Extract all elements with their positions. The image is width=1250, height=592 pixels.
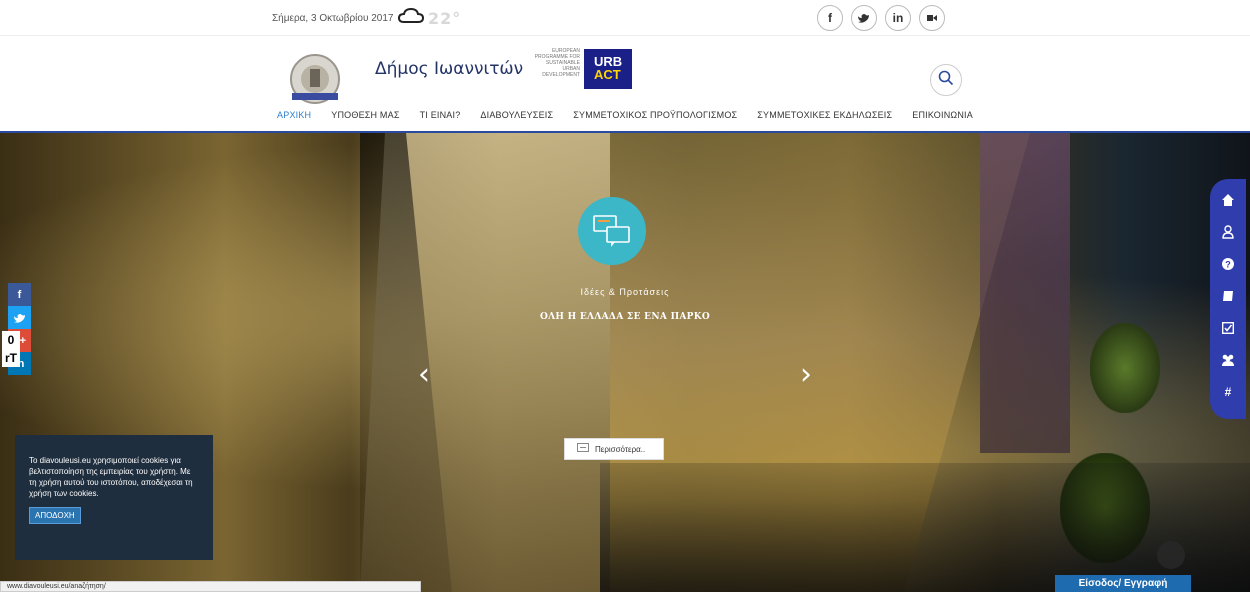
read-more-label: Περισσότερα.. — [595, 444, 646, 454]
nav-item-consultations[interactable]: ΔΙΑΒΟΥΛΕΥΣΕΙΣ — [470, 110, 563, 132]
urbact-logo-line2: ACT — [594, 67, 621, 82]
read-more-button[interactable]: Περισσότερα.. — [564, 438, 664, 460]
municipality-logo[interactable] — [270, 51, 360, 107]
prev-slide-button[interactable]: ‹ — [418, 360, 430, 390]
users-icon[interactable] — [1217, 349, 1239, 371]
cookie-notice: Το diavouleusi.eu χρησιμοποιεί cookies γ… — [15, 435, 213, 560]
side-widget[interactable]: 0 rT — [2, 331, 20, 367]
site-title[interactable]: Δήμος Ιωαννιτών — [375, 59, 523, 79]
cloud-icon — [397, 7, 425, 29]
accept-cookies-button[interactable]: ΑΠΟΔΟΧΗ — [29, 507, 81, 524]
nav-item-participatory-budget[interactable]: ΣΥΜΜΕΤΟΧΙΚΟΣ ΠΡΟΫΠΟΛΟΓΙΣΜΟΣ — [563, 110, 747, 132]
hero-image-tree — [1090, 323, 1160, 413]
hashtag-icon[interactable]: # — [1217, 381, 1239, 403]
main-nav: ΑΡΧΙΚΗ ΥΠΟΘΕΣΗ ΜΑΣ ΤΙ ΕΙΝΑΙ? ΔΙΑΒΟΥΛΕΥΣΕ… — [0, 110, 1250, 132]
nav-item-our-case[interactable]: ΥΠΟΘΕΣΗ ΜΑΣ — [321, 110, 409, 132]
urbact-tagline: EUROPEAN PROGRAMME FOR SUSTAINABLE URBAN… — [534, 48, 580, 78]
next-slide-button[interactable]: › — [800, 360, 812, 390]
svg-text:?: ? — [1225, 260, 1231, 270]
current-date: Σήμερα, 3 Οκτωβρίου 2017 — [272, 13, 394, 24]
slide-category: Ιδέες & Προτάσεις — [580, 287, 670, 297]
facebook-share-icon[interactable]: f — [8, 283, 31, 306]
ideas-icon — [578, 197, 646, 265]
top-bar: Σήμερα, 3 Οκτωβρίου 2017 22° f in — [0, 0, 1250, 36]
urbact-logo[interactable]: URB ACT — [584, 49, 632, 89]
user-icon[interactable] — [1217, 221, 1239, 243]
social-links: f in — [817, 5, 945, 31]
temperature: 22° — [428, 9, 462, 28]
cookie-text: Το diavouleusi.eu χρησιμοποιεί cookies γ… — [29, 456, 193, 498]
side-widget-line1: 0 — [7, 333, 15, 347]
nav-item-home[interactable]: ΑΡΧΙΚΗ — [267, 110, 321, 132]
right-quick-menu: ? # — [1210, 179, 1246, 419]
nav-item-participatory-events[interactable]: ΣΥΜΜΕΤΟΧΙΚΕΣ ΕΚΔΗΛΩΣΕΙΣ — [747, 110, 902, 132]
checkbox-icon[interactable] — [1217, 317, 1239, 339]
twitter-icon[interactable] — [851, 5, 877, 31]
search-icon — [938, 70, 954, 91]
slide-title[interactable]: ΟΛΗ Η ΕΛΛΑΔΑ ΣΕ ΕΝΑ ΠΑΡΚΟ — [0, 312, 1250, 322]
home-icon[interactable] — [1217, 189, 1239, 211]
weather-widget: 22° — [397, 7, 462, 29]
book-icon[interactable] — [1217, 285, 1239, 307]
question-icon[interactable]: ? — [1217, 253, 1239, 275]
scroll-top-button[interactable] — [1157, 541, 1185, 569]
side-widget-line2: rT — [5, 351, 17, 365]
status-bar-url: www.diavouleusi.eu/anaζήτηση/ — [0, 581, 421, 592]
video-icon[interactable] — [919, 5, 945, 31]
twitter-share-icon[interactable] — [8, 306, 31, 329]
comment-icon — [577, 443, 589, 455]
login-register-button[interactable]: Είσοδος/ Εγγραφή — [1055, 575, 1191, 592]
hero-image-ground — [600, 463, 1250, 592]
linkedin-icon[interactable]: in — [885, 5, 911, 31]
nav-item-what-is[interactable]: ΤΙ ΕΙΝΑΙ? — [410, 110, 471, 132]
facebook-icon[interactable]: f — [817, 5, 843, 31]
search-button[interactable] — [930, 64, 962, 96]
nav-item-contact[interactable]: ΕΠΙΚΟΙΝΩΝΙΑ — [902, 110, 983, 132]
